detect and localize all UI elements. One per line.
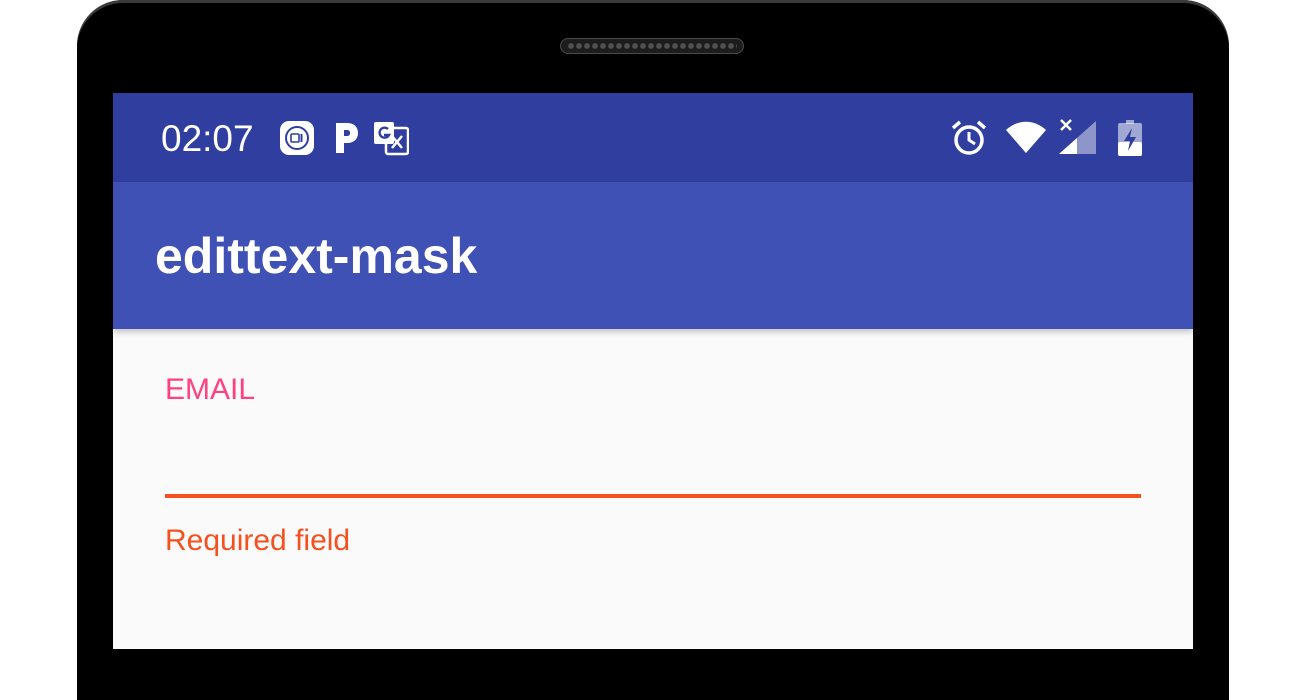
wifi-icon	[1006, 121, 1046, 153]
app-bar: edittext-mask	[113, 182, 1193, 329]
status-bar: 02:07	[113, 93, 1193, 182]
cellular-no-signal-icon	[1059, 119, 1096, 154]
app-title: edittext-mask	[155, 228, 478, 284]
email-field-underline	[165, 494, 1141, 498]
battery-charging-icon	[1118, 120, 1142, 156]
google-translate-icon	[374, 122, 409, 156]
email-field-label: EMAIL	[165, 373, 256, 406]
email-field[interactable]	[165, 413, 1141, 493]
mi-icon	[280, 121, 314, 155]
app-screen: 02:07 edittext-mask EMAIL Required field	[113, 93, 1193, 649]
earpiece-speaker	[560, 38, 744, 54]
email-error-message: Required field	[165, 524, 351, 557]
alarm-icon	[951, 120, 987, 155]
paypal-icon	[336, 123, 358, 153]
status-time: 02:07	[161, 118, 254, 159]
